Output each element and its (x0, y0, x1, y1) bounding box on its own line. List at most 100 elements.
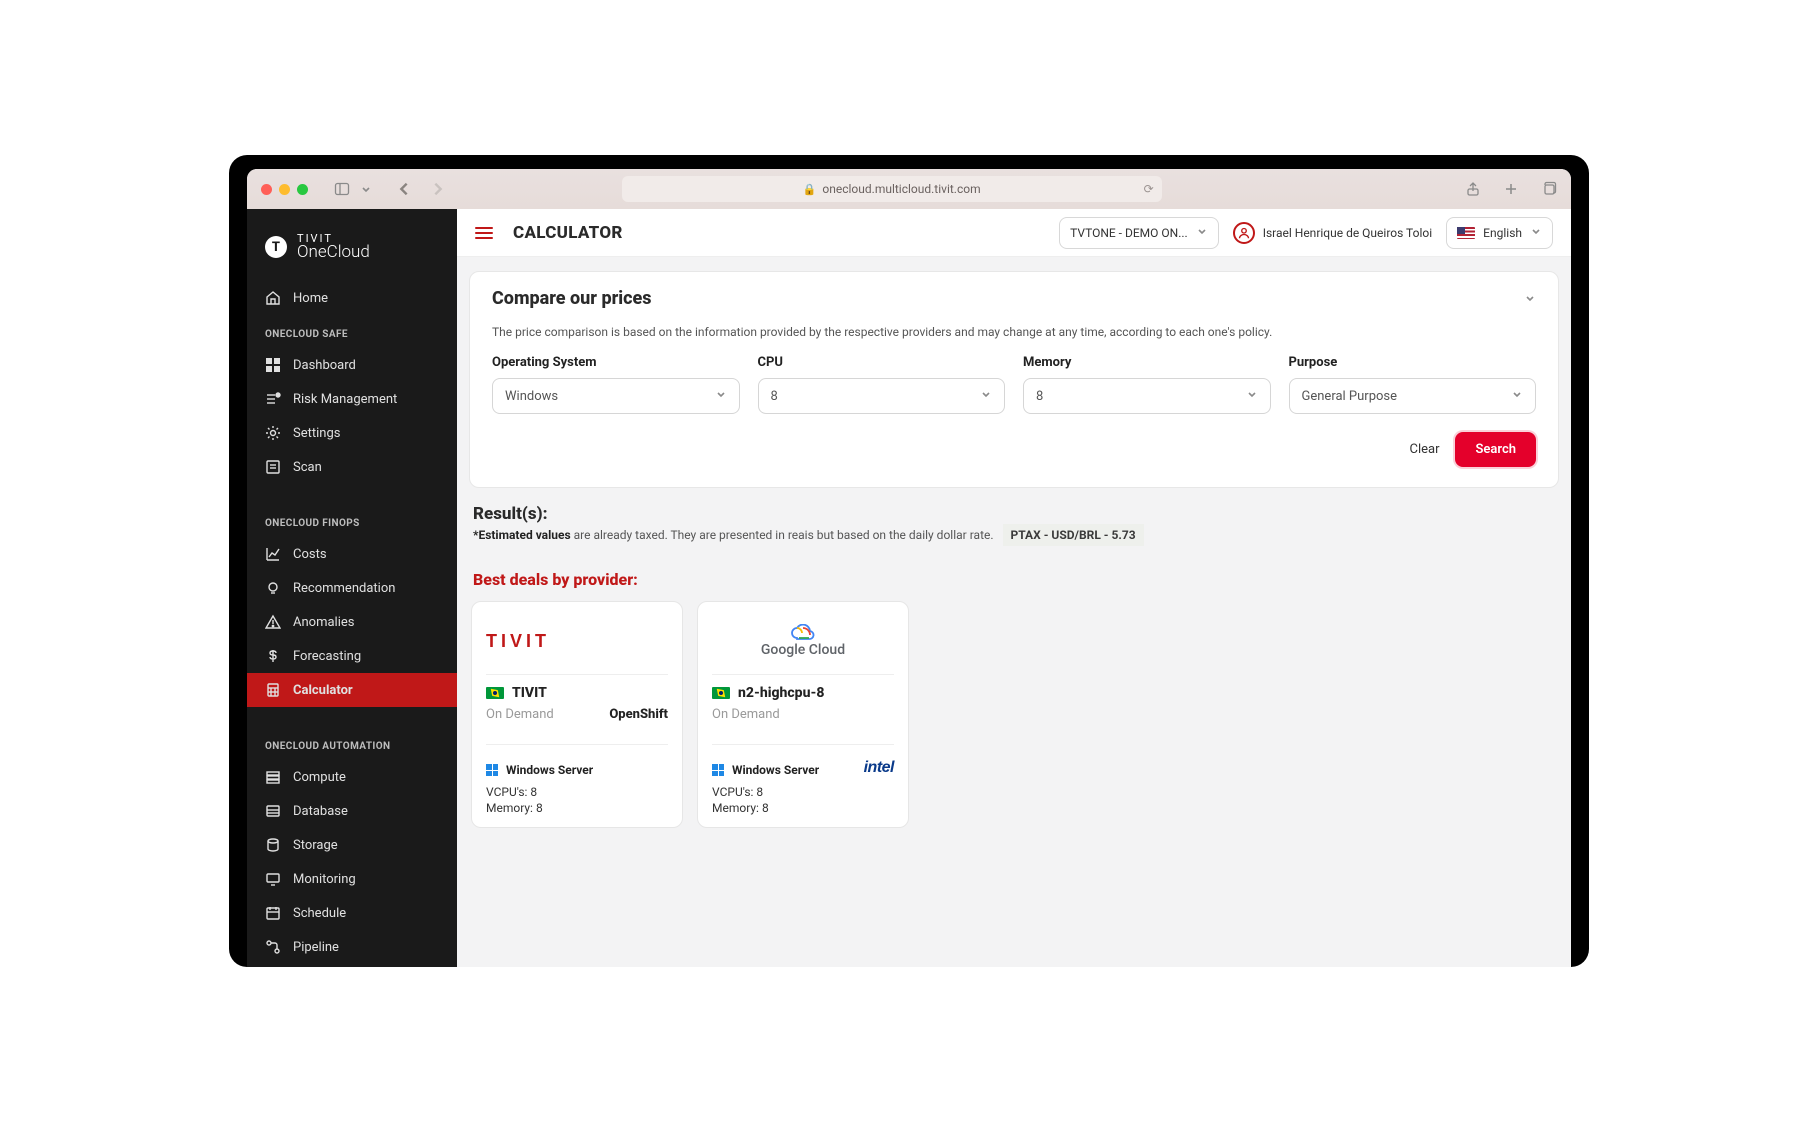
flag-br-icon (486, 687, 504, 699)
chevron-down-icon (1524, 289, 1536, 308)
os-row: Windows Server (712, 763, 819, 777)
sidebar-toggle-icon[interactable] (334, 181, 350, 197)
back-icon[interactable] (396, 181, 412, 197)
select-value: General Purpose (1302, 389, 1398, 404)
os-select[interactable]: Windows (492, 378, 740, 414)
panel-title: Compare our prices (492, 288, 652, 309)
content: Compare our prices The price comparison … (457, 257, 1571, 967)
url-text: onecloud.multicloud.tivit.com (822, 182, 980, 196)
sidebar-item-risk[interactable]: Risk Management (247, 382, 457, 416)
sidebar-item-label: Forecasting (293, 649, 361, 664)
sidebar-item-label: Storage (293, 838, 338, 853)
sidebar-item-settings[interactable]: Settings (247, 416, 457, 450)
fullscreen-window-icon[interactable] (297, 184, 308, 195)
provider-card[interactable]: TIVIT TIVIT On Demand OpenShift (471, 601, 683, 828)
field-label: Purpose (1289, 355, 1537, 370)
sidebar-item-anomalies[interactable]: Anomalies (247, 605, 457, 639)
field-memory: Memory 8 (1023, 355, 1271, 414)
minimize-window-icon[interactable] (279, 184, 290, 195)
gcloud-text: Google Cloud (761, 642, 845, 658)
chevron-down-icon (1246, 388, 1258, 404)
alert-icon (265, 614, 281, 630)
chevron-down-icon (1511, 388, 1523, 404)
sidebar-item-storage[interactable]: Storage (247, 828, 457, 862)
sidebar-item-forecasting[interactable]: Forecasting (247, 639, 457, 673)
scan-icon (265, 459, 281, 475)
select-value: 8 (1036, 389, 1043, 404)
provider-card[interactable]: Google Cloud n2-highcpu-8 On Demand (697, 601, 909, 828)
page-title: CALCULATOR (513, 223, 623, 243)
sidebar-item-label: Home (293, 291, 328, 306)
tivit-logo-icon: TIVIT (486, 631, 550, 652)
spec-vcpu: VCPU's: 8 (486, 785, 668, 799)
compute-icon (265, 769, 281, 785)
new-tab-icon[interactable] (1503, 181, 1519, 197)
deals-title: Best deals by provider: (469, 550, 1559, 601)
main: CALCULATOR TVTONE - DEMO ON... Israel He… (457, 209, 1571, 967)
tenant-name: TVTONE - DEMO ON... (1070, 226, 1188, 240)
sidebar-item-label: Database (293, 804, 348, 819)
spec-memory: Memory: 8 (486, 801, 668, 815)
close-window-icon[interactable] (261, 184, 272, 195)
risk-icon (265, 391, 281, 407)
storage-icon (265, 837, 281, 853)
language-label: English (1483, 226, 1522, 240)
sidebar-item-label: Compute (293, 770, 346, 785)
platform-badge: OpenShift (609, 707, 668, 722)
provider-logo: TIVIT (486, 618, 668, 664)
pricing-model: On Demand (712, 707, 780, 722)
user-avatar-icon (1233, 222, 1255, 244)
field-purpose: Purpose General Purpose (1289, 355, 1537, 414)
brand-logo-icon: T (265, 236, 287, 258)
sidebar-item-label: Scan (293, 460, 322, 475)
sidebar-item-pipeline[interactable]: Pipeline (247, 930, 457, 964)
forward-icon[interactable] (430, 181, 446, 197)
note-bold: *Estimated values (473, 528, 571, 542)
url-bar[interactable]: 🔒 onecloud.multicloud.tivit.com ⟳ (622, 176, 1162, 202)
ptax-badge: PTAX - USD/BRL - 5.73 (1003, 524, 1144, 546)
refresh-icon[interactable]: ⟳ (1144, 182, 1154, 196)
cpu-select[interactable]: 8 (758, 378, 1006, 414)
language-selector[interactable]: English (1446, 217, 1553, 249)
sidebar-item-scan[interactable]: Scan (247, 450, 457, 484)
tenant-selector[interactable]: TVTONE - DEMO ON... (1059, 217, 1219, 249)
user-name: Israel Henrique de Queiros Toloi (1263, 226, 1432, 240)
share-icon[interactable] (1465, 181, 1481, 197)
database-icon (265, 803, 281, 819)
intel-logo-icon: intel (864, 759, 894, 777)
search-button[interactable]: Search (1455, 432, 1536, 467)
sidebar-item-database[interactable]: Database (247, 794, 457, 828)
os-row: Windows Server (486, 763, 593, 777)
sidebar-item-monitoring[interactable]: Monitoring (247, 862, 457, 896)
sidebar-item-schedule[interactable]: Schedule (247, 896, 457, 930)
tabs-overview-icon[interactable] (1541, 181, 1557, 197)
sidebar-item-label: Settings (293, 426, 340, 441)
field-label: Operating System (492, 355, 740, 370)
user-menu[interactable]: Israel Henrique de Queiros Toloi (1233, 222, 1432, 244)
sidebar-item-costs[interactable]: Costs (247, 537, 457, 571)
card-name: TIVIT (486, 685, 668, 701)
sidebar-item-home[interactable]: Home (247, 281, 457, 315)
select-value: Windows (505, 389, 558, 404)
divider (486, 674, 668, 675)
memory-select[interactable]: 8 (1023, 378, 1271, 414)
browser-chrome: 🔒 onecloud.multicloud.tivit.com ⟳ (247, 169, 1571, 209)
chevron-down-icon[interactable] (358, 181, 374, 197)
sidebar-item-recommendation[interactable]: Recommendation (247, 571, 457, 605)
sidebar-item-calculator[interactable]: Calculator (247, 673, 457, 707)
note-text: are already taxed. They are presented in… (571, 528, 994, 542)
filter-row: Operating System Windows CPU 8 (492, 355, 1536, 414)
menu-toggle-icon[interactable] (475, 227, 493, 239)
purpose-select[interactable]: General Purpose (1289, 378, 1537, 414)
google-cloud-icon (791, 624, 815, 642)
panel-header[interactable]: Compare our prices (470, 272, 1558, 325)
schedule-icon (265, 905, 281, 921)
lock-icon: 🔒 (803, 183, 817, 196)
clear-button[interactable]: Clear (1409, 442, 1439, 457)
gear-icon (265, 425, 281, 441)
sidebar-item-compute[interactable]: Compute (247, 760, 457, 794)
field-os: Operating System Windows (492, 355, 740, 414)
sidebar-item-label: Pipeline (293, 940, 339, 955)
sidebar-item-dashboard[interactable]: Dashboard (247, 348, 457, 382)
chevron-down-icon (1196, 225, 1208, 240)
